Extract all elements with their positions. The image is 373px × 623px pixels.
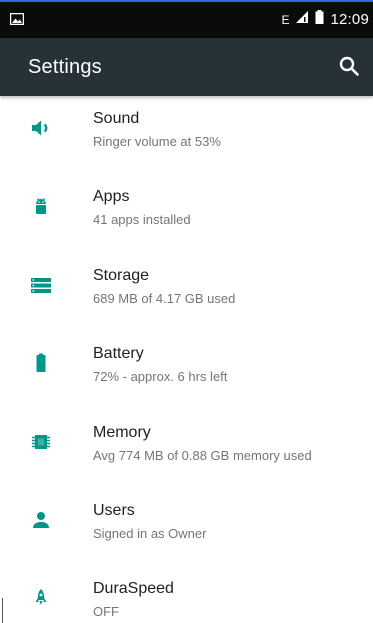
settings-item-apps[interactable]: Apps 41 apps installed: [0, 174, 373, 252]
settings-item-battery[interactable]: Battery 72% - approx. 6 hrs left: [0, 331, 373, 409]
android-icon: [29, 194, 53, 218]
settings-item-title: Battery: [93, 345, 144, 363]
app-bar: Settings: [0, 38, 373, 96]
settings-item-summary: 41 apps installed: [93, 212, 191, 228]
settings-item-sound[interactable]: Sound Ringer volume at 53%: [0, 96, 373, 174]
settings-item-summary: Ringer volume at 53%: [93, 134, 221, 149]
settings-item-summary: Avg 774 MB of 0.88 GB memory used: [93, 447, 312, 463]
settings-list: Sound Ringer volume at 53% Apps 41 apps …: [0, 96, 373, 623]
battery-icon: [315, 10, 324, 29]
signal-icon: [295, 10, 309, 29]
settings-item-memory[interactable]: Memory Avg 774 MB of 0.88 GB memory used: [0, 410, 373, 488]
memory-icon: [29, 430, 53, 454]
settings-item-title: Sound: [93, 110, 140, 127]
image-icon: [9, 12, 25, 30]
storage-icon: [29, 273, 53, 297]
settings-item-duraspeed[interactable]: DuraSpeed OFF: [0, 566, 373, 623]
settings-item-summary: 72% - approx. 6 hrs left: [93, 369, 228, 385]
settings-item-summary: 689 MB of 4.17 GB used: [93, 290, 236, 306]
rocket-icon: [29, 586, 53, 610]
settings-item-title: Users: [93, 501, 135, 519]
status-clock: 12:09: [330, 11, 369, 28]
search-icon[interactable]: [337, 54, 361, 78]
settings-item-title: Apps: [93, 188, 130, 206]
settings-item-summary: Signed in as Owner: [93, 525, 207, 541]
page-title: Settings: [28, 56, 102, 78]
settings-item-storage[interactable]: Storage 689 MB of 4.17 GB used: [0, 253, 373, 331]
person-icon: [29, 508, 53, 532]
settings-item-title: Storage: [93, 266, 150, 284]
settings-item-title: DuraSpeed: [93, 580, 174, 598]
settings-item-summary: OFF: [93, 604, 119, 620]
status-bar: E 12:09: [0, 0, 373, 38]
network-type-label: E: [281, 12, 290, 27]
settings-item-users[interactable]: Users Signed in as Owner: [0, 488, 373, 566]
volume-icon: [29, 116, 53, 140]
left-edge-line: [2, 598, 3, 623]
settings-item-title: Memory: [93, 423, 151, 441]
battery-icon: [29, 351, 53, 375]
